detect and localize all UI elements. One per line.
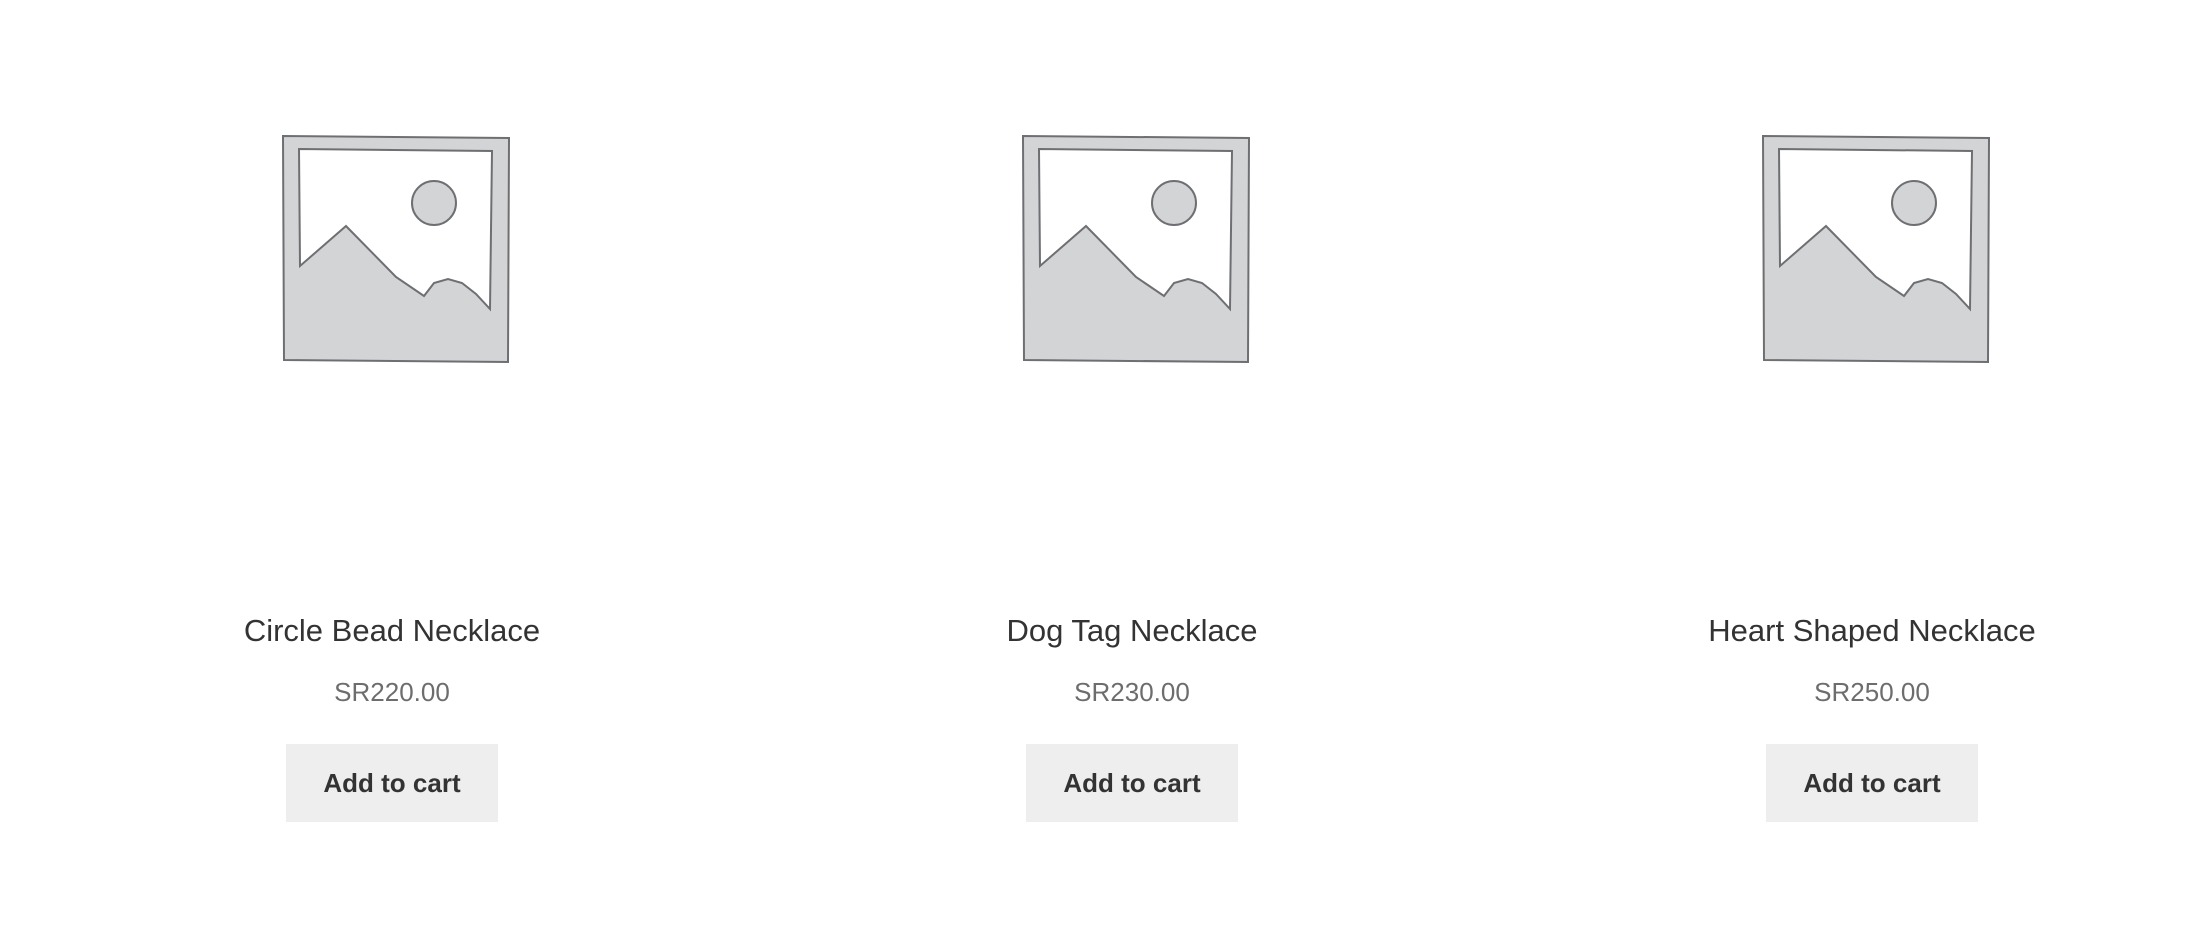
product-image-link[interactable] [1760,133,1992,365]
product-price: SR250.00 [1814,677,1930,707]
placeholder-image-icon [281,134,511,364]
product-card: Dog Tag Necklace SR230.00 Add to cart [762,0,1502,934]
add-to-cart-button[interactable]: Add to cart [1766,744,1978,822]
add-to-cart-button[interactable]: Add to cart [286,744,498,822]
placeholder-image-icon [1021,134,1251,364]
product-card: Heart Shaped Necklace SR250.00 Add to ca… [1502,0,2196,934]
product-title[interactable]: Circle Bead Necklace [22,605,762,657]
product-card: Circle Bead Necklace SR220.00 Add to car… [22,0,762,934]
product-price: SR230.00 [1074,677,1190,707]
product-image-link[interactable] [1020,133,1252,365]
add-to-cart-button[interactable]: Add to cart [1026,744,1238,822]
product-image-link[interactable] [280,133,512,365]
product-price: SR220.00 [334,677,450,707]
product-title[interactable]: Heart Shaped Necklace [1502,605,2196,657]
product-title[interactable]: Dog Tag Necklace [762,605,1502,657]
placeholder-image-icon [1761,134,1991,364]
